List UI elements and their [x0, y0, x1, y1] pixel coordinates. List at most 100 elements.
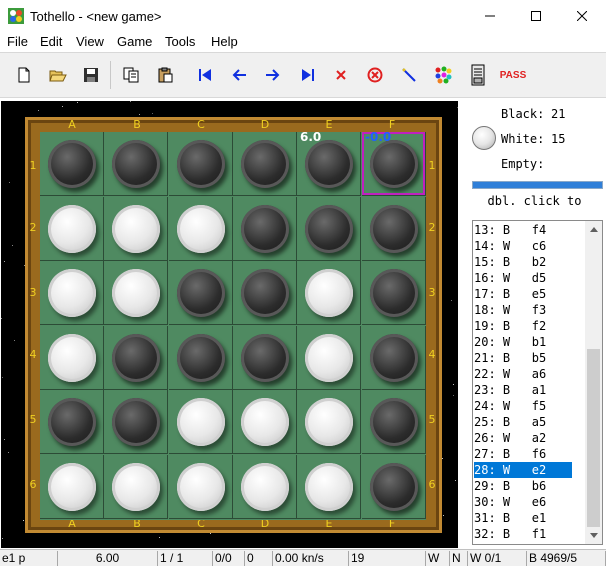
- move-list-item[interactable]: 18: W f3: [474, 302, 572, 318]
- menu-view[interactable]: View: [76, 34, 104, 49]
- board-cell-d1[interactable]: [233, 132, 297, 196]
- board-cell-a6[interactable]: [40, 455, 104, 519]
- board-cell-a5[interactable]: [40, 390, 104, 454]
- toolbar: PASS: [0, 52, 606, 98]
- open-button[interactable]: [46, 63, 70, 87]
- board-cell-b6[interactable]: [104, 455, 168, 519]
- board-cell-f4[interactable]: [362, 326, 426, 390]
- forward-button[interactable]: [261, 63, 285, 87]
- computer-button[interactable]: [466, 63, 490, 87]
- move-list-item[interactable]: 28: W e2: [474, 462, 572, 478]
- background-star: [4, 261, 5, 262]
- game-board[interactable]: 6.0 -0.0: [40, 130, 426, 520]
- scroll-down-arrow[interactable]: [585, 527, 602, 544]
- move-list-item[interactable]: 21: B b5: [474, 350, 572, 366]
- board-cell-c1[interactable]: [169, 132, 233, 196]
- column-label-e: E: [325, 118, 333, 131]
- board-cell-b5[interactable]: [104, 390, 168, 454]
- move-list[interactable]: 32: B f1 31: B e1 30: W e6 29: B b6 28: W e2…: [472, 220, 603, 545]
- computer-icon: [471, 64, 485, 86]
- board-cell-f5[interactable]: [362, 390, 426, 454]
- move-list-item[interactable]: 31: B e1: [474, 510, 572, 526]
- move-list-item[interactable]: 19: B f2: [474, 318, 572, 334]
- menu-file[interactable]: File: [7, 34, 28, 49]
- board-cell-d6[interactable]: [233, 455, 297, 519]
- app-icon: [8, 8, 24, 24]
- stop-icon: [336, 70, 346, 80]
- maximize-button[interactable]: [513, 0, 559, 32]
- board-cell-b4[interactable]: [104, 326, 168, 390]
- board-cell-d3[interactable]: [233, 261, 297, 325]
- menu-tools[interactable]: Tools: [165, 34, 195, 49]
- minimize-button[interactable]: [467, 0, 513, 32]
- board-cell-a2[interactable]: [40, 197, 104, 261]
- board-cell-e3[interactable]: [297, 261, 361, 325]
- board-cell-d2[interactable]: [233, 197, 297, 261]
- move-list-item[interactable]: 32: B f1: [474, 526, 572, 542]
- background-star: [1, 318, 2, 319]
- scroll-thumb[interactable]: [587, 349, 600, 527]
- board-cell-c4[interactable]: [169, 326, 233, 390]
- move-list-item[interactable]: 26: W a2: [474, 430, 572, 446]
- move-list-item[interactable]: 30: W e6: [474, 494, 572, 510]
- hint-button[interactable]: [397, 63, 421, 87]
- status-field: W: [426, 551, 450, 566]
- move-list-item[interactable]: 16: W d5: [474, 270, 572, 286]
- save-button[interactable]: [79, 63, 103, 87]
- board-cell-c3[interactable]: [169, 261, 233, 325]
- move-list-item[interactable]: 17: B e5: [474, 286, 572, 302]
- board-cell-f2[interactable]: [362, 197, 426, 261]
- pass-button[interactable]: PASS: [496, 63, 530, 87]
- menu-help[interactable]: Help: [211, 34, 238, 49]
- last-move-button[interactable]: [296, 63, 320, 87]
- paste-button[interactable]: [153, 63, 177, 87]
- move-list-item[interactable]: 15: B b2: [474, 254, 572, 270]
- board-cell-a4[interactable]: [40, 326, 104, 390]
- colors-button[interactable]: [431, 63, 455, 87]
- move-list-item[interactable]: 27: B f6: [474, 446, 572, 462]
- menu-game[interactable]: Game: [117, 34, 152, 49]
- board-cell-a1[interactable]: [40, 132, 104, 196]
- scroll-up-arrow[interactable]: [585, 221, 602, 238]
- board-cell-f6[interactable]: [362, 455, 426, 519]
- first-move-button[interactable]: [193, 63, 217, 87]
- board-cell-c2[interactable]: [169, 197, 233, 261]
- board-cell-b3[interactable]: [104, 261, 168, 325]
- board-cell-b2[interactable]: [104, 197, 168, 261]
- copy-button[interactable]: [119, 63, 143, 87]
- cancel-button[interactable]: [363, 63, 387, 87]
- board-cell-e2[interactable]: [297, 197, 361, 261]
- move-list-item[interactable]: 29: B b6: [474, 478, 572, 494]
- board-cell-f3[interactable]: [362, 261, 426, 325]
- move-list-item[interactable]: 20: W b1: [474, 334, 572, 350]
- move-list-scrollbar[interactable]: [585, 221, 602, 544]
- board-cell-a3[interactable]: [40, 261, 104, 325]
- menu-edit[interactable]: Edit: [40, 34, 62, 49]
- move-list-item[interactable]: 14: W c6: [474, 238, 572, 254]
- background-star: [130, 101, 131, 102]
- status-field: W 0/1: [468, 551, 527, 566]
- black-disc: [177, 140, 225, 188]
- move-list-item[interactable]: 13: B f4: [474, 222, 572, 238]
- move-list-item[interactable]: 25: B a5: [474, 414, 572, 430]
- black-disc: [177, 269, 225, 317]
- stop-button[interactable]: [329, 63, 353, 87]
- board-cell-c6[interactable]: [169, 455, 233, 519]
- status-field: e1 p: [0, 551, 58, 566]
- move-list-item[interactable]: 23: B a1: [474, 382, 572, 398]
- white-disc: [305, 334, 353, 382]
- board-cell-e4[interactable]: [297, 326, 361, 390]
- close-button[interactable]: [559, 0, 605, 32]
- move-list-item[interactable]: 22: W a6: [474, 366, 572, 382]
- board-cell-c5[interactable]: [169, 390, 233, 454]
- back-button[interactable]: [227, 63, 251, 87]
- white-disc: [112, 205, 160, 253]
- white-disc: [305, 398, 353, 446]
- board-cell-d5[interactable]: [233, 390, 297, 454]
- move-list-item[interactable]: 24: W f5: [474, 398, 572, 414]
- board-cell-e5[interactable]: [297, 390, 361, 454]
- board-cell-e6[interactable]: [297, 455, 361, 519]
- board-cell-b1[interactable]: [104, 132, 168, 196]
- new-button[interactable]: [12, 63, 36, 87]
- board-cell-d4[interactable]: [233, 326, 297, 390]
